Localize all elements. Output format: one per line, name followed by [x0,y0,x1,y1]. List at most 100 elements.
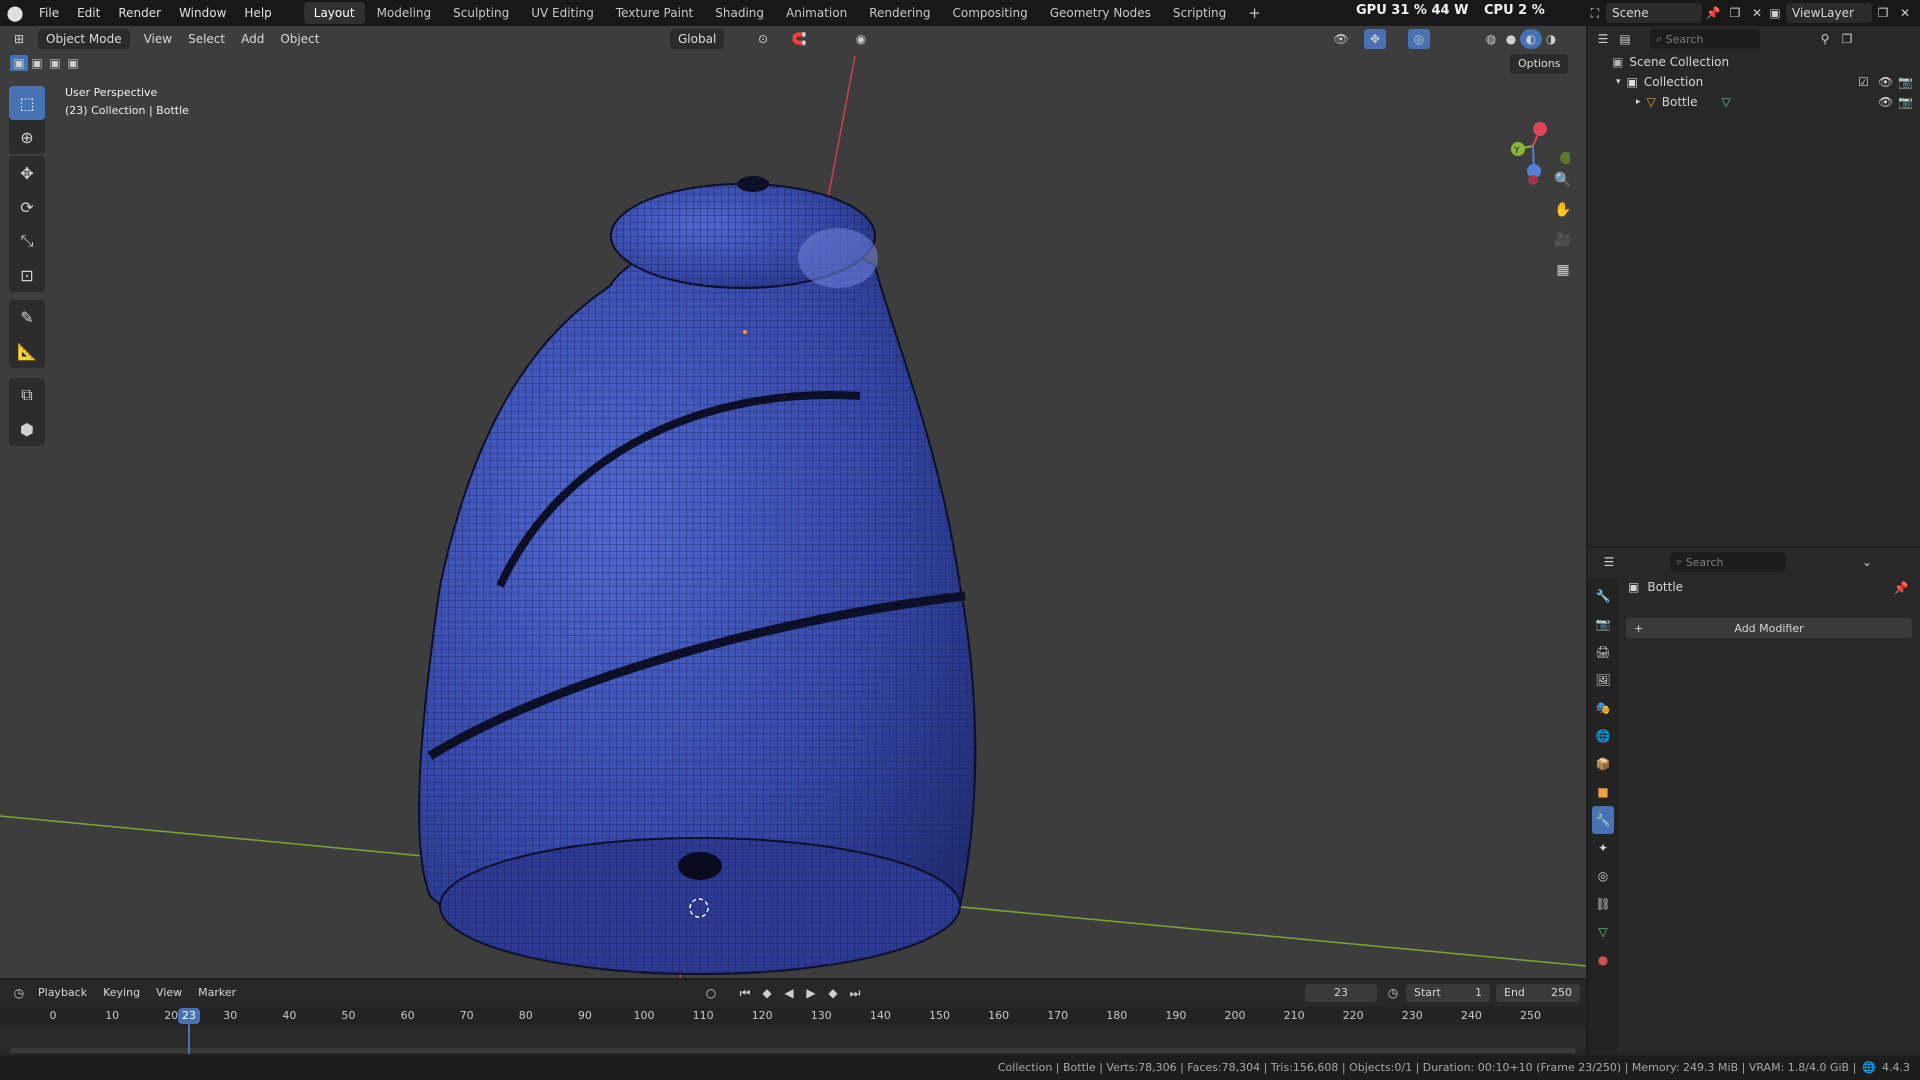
gizmo-toggle-icon[interactable]: ✥ [1364,29,1386,49]
new-collection-icon[interactable]: ❐ [1836,29,1858,49]
viewlayer-icon[interactable]: ▣ [1764,3,1786,23]
current-frame-field[interactable]: 23 [1305,984,1377,1002]
3d-viewport[interactable]: ⊞ Object Mode View Select Add Object Glo… [0,26,1586,978]
move-tool-icon[interactable]: ✥ [9,156,45,190]
end-frame-field[interactable]: End 250 [1496,984,1580,1002]
playhead[interactable]: 23 [177,1008,200,1024]
add-cube-tool-icon[interactable]: ⧉ [9,378,45,412]
camera-view-icon[interactable]: 🎥 [1549,226,1577,254]
tab-scripting[interactable]: Scripting [1163,2,1236,24]
mode-selector[interactable]: Object Mode [38,29,130,49]
tab-uv-editing[interactable]: UV Editing [521,2,604,24]
select-intersect-icon[interactable]: ▣ [64,55,82,71]
select-subtract-icon[interactable]: ▣ [46,55,64,71]
collection-tab-icon[interactable]: 📦 [1592,750,1614,778]
jump-start-icon[interactable]: ⏮ [734,983,756,1003]
proportional-edit-icon[interactable]: ◉ [850,29,872,49]
viewport-canvas[interactable] [0,26,1586,978]
annotate-tool-icon[interactable]: ✎ [9,300,45,334]
material-tab-icon[interactable]: ● [1592,946,1614,974]
add-modifier-button[interactable]: + Add Modifier [1626,618,1912,638]
auto-keying-icon[interactable]: ○ [700,983,722,1003]
props-options-icon[interactable]: ⌄ [1856,552,1878,572]
clock-icon[interactable]: ◷ [1382,983,1404,1003]
menu-window[interactable]: Window [170,0,235,26]
select-extend-icon[interactable]: ▣ [28,55,46,71]
constraints-tab-icon[interactable]: ⛓ [1592,890,1614,918]
scale-tool-icon[interactable]: ⤡ [9,224,45,258]
pin-icon[interactable]: 📌 [1702,3,1724,23]
filter-icon[interactable]: ⚲ [1814,29,1836,49]
prev-keyframe-icon[interactable]: ◆ [756,983,778,1003]
display-mode-icon[interactable]: ▤ [1614,29,1636,49]
visibility-icon[interactable]: 👁 [1330,29,1352,49]
new-viewlayer-icon[interactable]: ❐ [1872,3,1894,23]
timeline-menu-playback[interactable]: Playback [30,982,95,1004]
tab-animation[interactable]: Animation [776,2,857,24]
tab-sculpting[interactable]: Sculpting [443,2,519,24]
modifier-tab-icon[interactable]: 🔧 [1592,806,1614,834]
tool-tab-icon[interactable]: 🔧 [1592,582,1614,610]
ortho-toggle-icon[interactable]: ▦ [1549,256,1577,284]
tab-rendering[interactable]: Rendering [859,2,940,24]
add-workspace-button[interactable]: + [1238,2,1271,24]
scene-icon[interactable]: ⛶ [1584,3,1606,23]
tab-shading[interactable]: Shading [705,2,774,24]
vp-menu-add[interactable]: Add [233,28,272,50]
cursor-tool-icon[interactable]: ⊕ [9,120,45,154]
rotate-tool-icon[interactable]: ⟳ [9,190,45,224]
menu-file[interactable]: File [30,0,68,26]
collection-visibility-icon[interactable]: 👁 [1878,75,1893,89]
scene-name-field[interactable]: Scene [1606,3,1702,23]
pivot-icon[interactable]: ⊙ [752,29,774,49]
start-frame-field[interactable]: Start 1 [1406,984,1490,1002]
tab-compositing[interactable]: Compositing [942,2,1037,24]
wireframe-shading-icon[interactable]: ◍ [1480,29,1502,49]
object-visibility-icon[interactable]: 👁 [1878,95,1893,109]
properties-search[interactable]: ⌕ Search [1670,552,1786,572]
new-scene-icon[interactable]: ❐ [1724,3,1746,23]
object-render-icon[interactable]: 📷 [1898,95,1913,109]
menu-render[interactable]: Render [109,0,170,26]
collection-render-icon[interactable]: 📷 [1898,75,1913,89]
select-box-tool-icon[interactable]: ⬚ [9,86,45,120]
solid-shading-icon[interactable]: ● [1500,29,1522,49]
output-tab-icon[interactable]: 🖨 [1592,638,1614,666]
tab-geometry-nodes[interactable]: Geometry Nodes [1040,2,1161,24]
timeline-menu-keying[interactable]: Keying [95,982,148,1004]
select-new-icon[interactable]: ▣ [10,55,28,71]
menu-help[interactable]: Help [235,0,280,26]
tab-layout[interactable]: Layout [303,2,365,24]
tab-texture-paint[interactable]: Texture Paint [606,2,703,24]
collection-row[interactable]: ▾ ▣ Collection ☑ 👁 📷 [1588,72,1920,92]
outliner-search[interactable]: ⌕ Search [1650,29,1760,49]
material-shading-icon[interactable]: ◐ [1520,29,1542,49]
menu-edit[interactable]: Edit [68,0,109,26]
object-row-bottle[interactable]: ▸ ▽ Bottle ▽ 👁 📷 [1588,92,1920,112]
scene-tab-icon[interactable]: 🎭 [1592,694,1614,722]
overlay-toggle-icon[interactable]: ◎ [1408,29,1430,49]
scene-collection-row[interactable]: ▣ Scene Collection [1588,52,1920,72]
collapse-icon[interactable]: ▾ [1616,77,1621,87]
outliner-editor-icon[interactable]: ☰ [1592,29,1614,49]
vp-menu-select[interactable]: Select [180,28,233,50]
options-dropdown[interactable]: Options [1510,54,1569,74]
object-tab-icon[interactable]: ■ [1592,778,1614,806]
rendered-shading-icon[interactable]: ◑ [1540,29,1562,49]
snap-icon[interactable]: 🧲 [788,29,810,49]
viewlayer-name-field[interactable]: ViewLayer [1786,3,1872,23]
timeline-menu-view[interactable]: View [148,982,190,1004]
timeline-menu-marker[interactable]: Marker [190,982,244,1004]
frame-ruler[interactable]: 0 10 20 30 40 50 60 70 80 90 100 110 120 130 140 150 160… [0,1006,1586,1026]
view-layer-tab-icon[interactable]: 🖼 [1592,666,1614,694]
timeline-track[interactable] [0,1026,1586,1048]
blender-logo-icon[interactable]: ⬤ [0,0,30,26]
pan-hand-icon[interactable]: ✋ [1549,196,1577,224]
add-primitive-tool-icon[interactable]: ⬢ [9,412,45,446]
transform-tool-icon[interactable]: ⊡ [9,258,45,292]
mesh-data-icon[interactable]: ▽ [1721,95,1730,109]
tab-modeling[interactable]: Modeling [367,2,442,24]
play-reverse-icon[interactable]: ◀ [778,983,800,1003]
measure-tool-icon[interactable]: 📐 [9,334,45,368]
vp-menu-view[interactable]: View [136,28,180,50]
